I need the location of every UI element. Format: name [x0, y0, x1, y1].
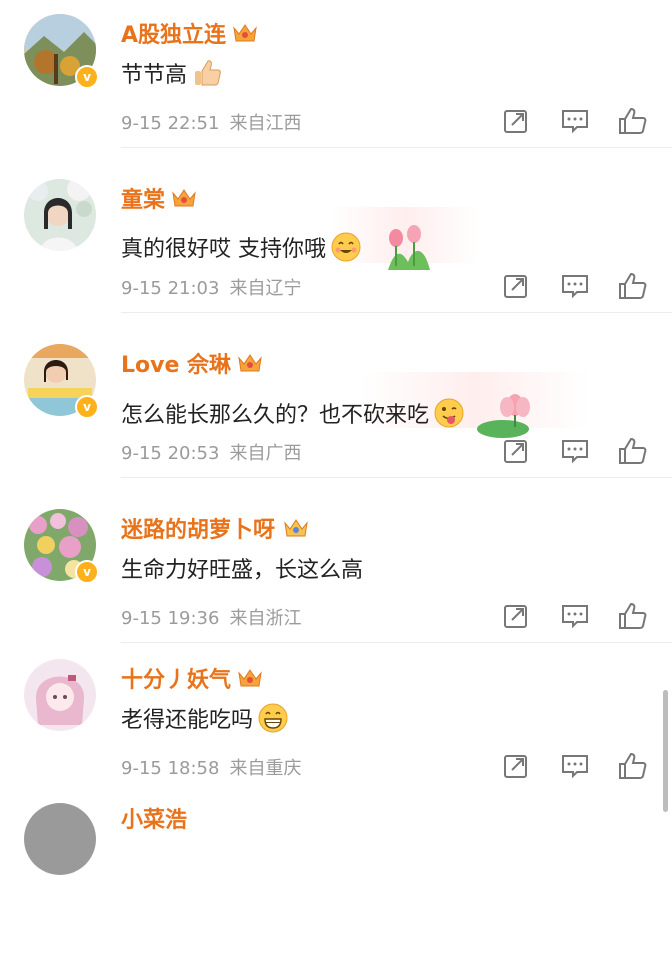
- comment-location: 来自重庆: [229, 758, 302, 779]
- blushing-face-emoji-icon: [331, 232, 361, 262]
- winking-tongue-emoji-icon: [434, 398, 464, 428]
- username[interactable]: Love 佘琳: [121, 347, 263, 379]
- comment-icon[interactable]: [560, 601, 590, 631]
- comment-item: v 迷路的胡萝卜呀 生命力好旺盛，长这么高 9-15 19:36 来自浙江: [0, 495, 672, 660]
- comment-date: 9-15 20:53: [121, 443, 220, 464]
- tulip-sticker-icon: [388, 225, 430, 270]
- vip-crown-icon: [238, 669, 262, 687]
- comment-item: 小菜浩: [0, 795, 672, 960]
- comment-location: 来自辽宁: [229, 278, 302, 299]
- thumbs-up-emoji-icon: [195, 60, 221, 86]
- verified-badge-icon: v: [75, 395, 99, 419]
- comment-text: 真的很好哎 支持你哦: [121, 222, 436, 272]
- grinning-face-emoji-icon: [258, 703, 288, 733]
- comment-icon[interactable]: [560, 436, 590, 466]
- vip-crown-icon: [172, 189, 196, 207]
- avatar[interactable]: [24, 659, 96, 731]
- username[interactable]: 童棠: [121, 182, 197, 214]
- like-icon[interactable]: [617, 751, 647, 781]
- avatar[interactable]: [24, 179, 96, 251]
- share-icon[interactable]: [501, 106, 531, 136]
- comment-item: 童棠 真的很好哎 支持你哦 9-15 21:03 来自辽宁: [0, 165, 672, 330]
- comment-location: 来自浙江: [229, 608, 302, 629]
- comment-date: 9-15 19:36: [121, 608, 220, 629]
- like-icon[interactable]: [617, 106, 647, 136]
- comment-meta: 9-15 19:36 来自浙江: [121, 604, 301, 630]
- verified-badge-icon: v: [75, 65, 99, 89]
- comment-meta: 9-15 21:03 来自辽宁: [121, 274, 301, 300]
- comment-meta: 9-15 20:53 来自广西: [121, 439, 301, 465]
- comment-date: 9-15 22:51: [121, 113, 220, 134]
- comment-text: 节节高: [121, 57, 223, 89]
- vip-crown-icon: [233, 24, 257, 42]
- comment-item: v A股独立连 节节高 9-15 22:51 来自江西: [0, 0, 672, 165]
- share-icon[interactable]: [501, 436, 531, 466]
- vip-crown-icon: [238, 354, 262, 372]
- divider: [121, 477, 672, 478]
- share-icon[interactable]: [501, 271, 531, 301]
- comment-meta: 9-15 22:51 来自江西: [121, 109, 301, 135]
- username[interactable]: 迷路的胡萝卜呀: [121, 512, 311, 544]
- comment-date: 9-15 18:58: [121, 758, 220, 779]
- like-icon[interactable]: [617, 271, 647, 301]
- comment-location: 来自广西: [229, 443, 302, 464]
- comment-item: v Love 佘琳 怎么能长那么久的？也不砍来吃 9-15 20:53 来自广西: [0, 330, 672, 495]
- divider: [121, 147, 672, 148]
- scrollbar[interactable]: [663, 690, 668, 812]
- share-icon[interactable]: [501, 601, 531, 631]
- vip-crown-icon: [284, 519, 308, 537]
- divider: [121, 642, 672, 643]
- like-icon[interactable]: [617, 436, 647, 466]
- comment-item: 十分丿妖气 老得还能吃吗 9-15 18:58 来自重庆: [0, 645, 672, 810]
- divider: [121, 312, 672, 313]
- comment-text: 生命力好旺盛，长这么高: [121, 558, 364, 583]
- comment-icon[interactable]: [560, 751, 590, 781]
- avatar[interactable]: [24, 803, 96, 875]
- username[interactable]: 十分丿妖气: [121, 662, 263, 694]
- username[interactable]: 小菜浩: [121, 802, 187, 834]
- like-icon[interactable]: [617, 601, 647, 631]
- verified-badge-icon: v: [75, 560, 99, 584]
- share-icon[interactable]: [501, 751, 531, 781]
- comment-location: 来自江西: [229, 113, 302, 134]
- comment-text: 老得还能吃吗: [121, 702, 289, 734]
- lotus-sticker-icon: [477, 394, 531, 438]
- username[interactable]: A股独立连: [121, 17, 258, 49]
- comment-icon[interactable]: [560, 106, 590, 136]
- comment-date: 9-15 21:03: [121, 278, 220, 299]
- comment-icon[interactable]: [560, 271, 590, 301]
- comment-text: 怎么能长那么久的？也不砍来吃: [121, 387, 539, 439]
- comment-meta: 9-15 18:58 来自重庆: [121, 754, 301, 780]
